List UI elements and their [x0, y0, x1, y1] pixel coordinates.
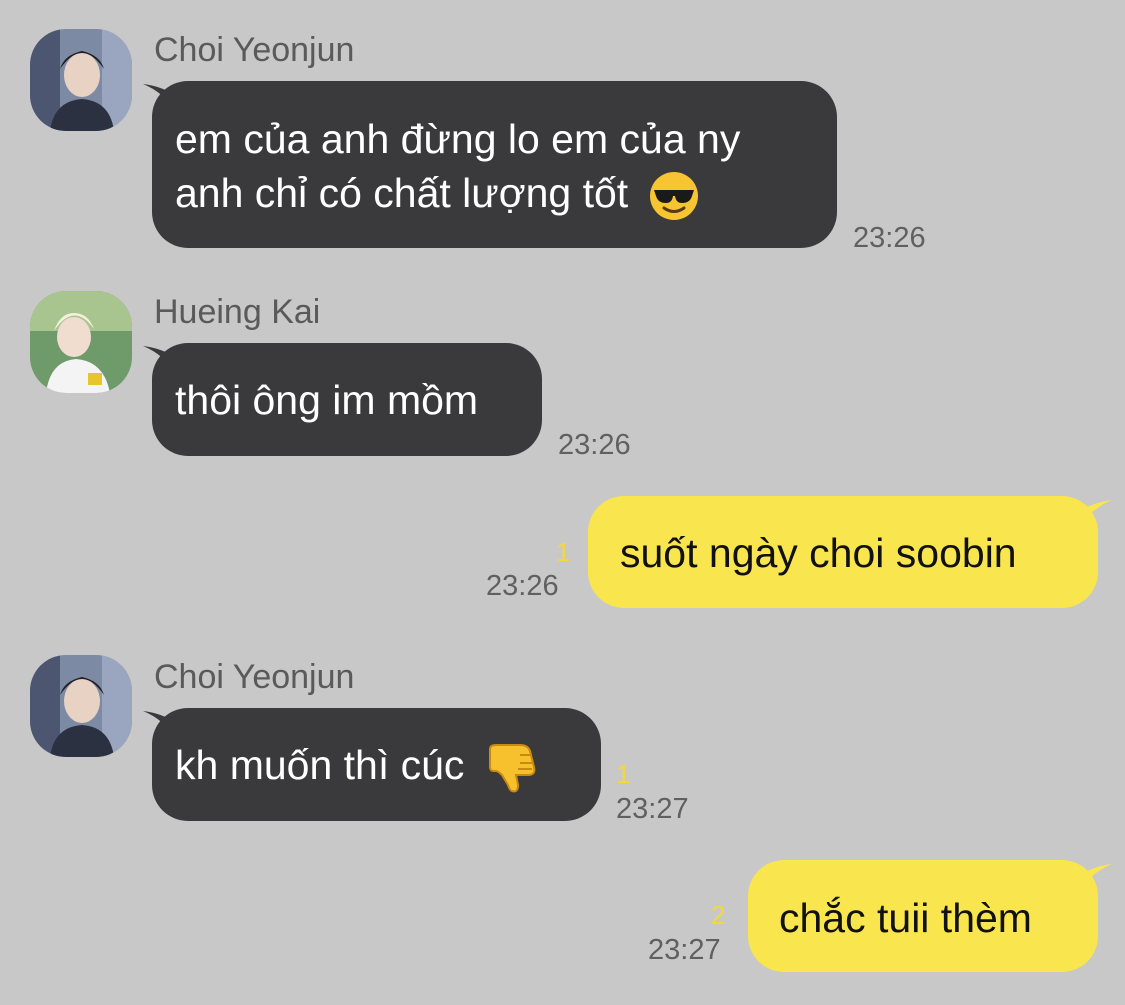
bubble-tail: [1078, 500, 1112, 528]
message-timestamp: 23:26: [486, 570, 559, 602]
unread-count: 2: [711, 900, 726, 930]
message-bubble[interactable]: chắc tuii thèm: [748, 860, 1098, 972]
message-timestamp: 23:27: [648, 934, 721, 966]
message-text: thôi ông im mồm: [175, 377, 479, 423]
message-timestamp: 23:27: [616, 793, 689, 825]
sender-name: Choi Yeonjun: [154, 658, 355, 696]
sunglasses-smiley-icon: [649, 172, 698, 221]
message-text: suốt ngày choi soobin: [620, 530, 1017, 576]
avatar-choi-yeonjun[interactable]: [30, 29, 132, 131]
profile-photo-icon: [30, 655, 132, 757]
thumbs-down-icon: [488, 744, 536, 793]
bubble-tail: [1078, 864, 1112, 892]
sender-name: Choi Yeonjun: [154, 31, 355, 69]
profile-photo-icon: [30, 29, 132, 131]
message-text-line-row: anh chỉ có chất lượng tốt: [175, 166, 837, 222]
message-text-line: em của anh đừng lo em của ny: [175, 116, 741, 162]
profile-photo-icon: [30, 291, 132, 393]
avatar-choi-yeonjun[interactable]: [30, 655, 132, 757]
message-bubble[interactable]: kh muốn thì cúc: [152, 708, 601, 821]
unread-count: 1: [556, 537, 571, 567]
message-text: kh muốn thì cúc: [175, 742, 465, 788]
message-text-line: anh chỉ có chất lượng tốt: [175, 170, 629, 216]
sender-name: Hueing Kai: [154, 293, 321, 331]
message-bubble[interactable]: em của anh đừng lo em của ny anh chỉ có …: [152, 81, 837, 248]
avatar-hueing-kai[interactable]: [30, 291, 132, 393]
unread-count: 1: [616, 759, 631, 789]
message-text: chắc tuii thèm: [779, 895, 1032, 941]
message-bubble[interactable]: thôi ông im mồm: [152, 343, 542, 456]
message-timestamp: 23:26: [853, 222, 926, 254]
message-timestamp: 23:26: [558, 429, 631, 461]
message-bubble[interactable]: suốt ngày choi soobin: [588, 496, 1098, 608]
